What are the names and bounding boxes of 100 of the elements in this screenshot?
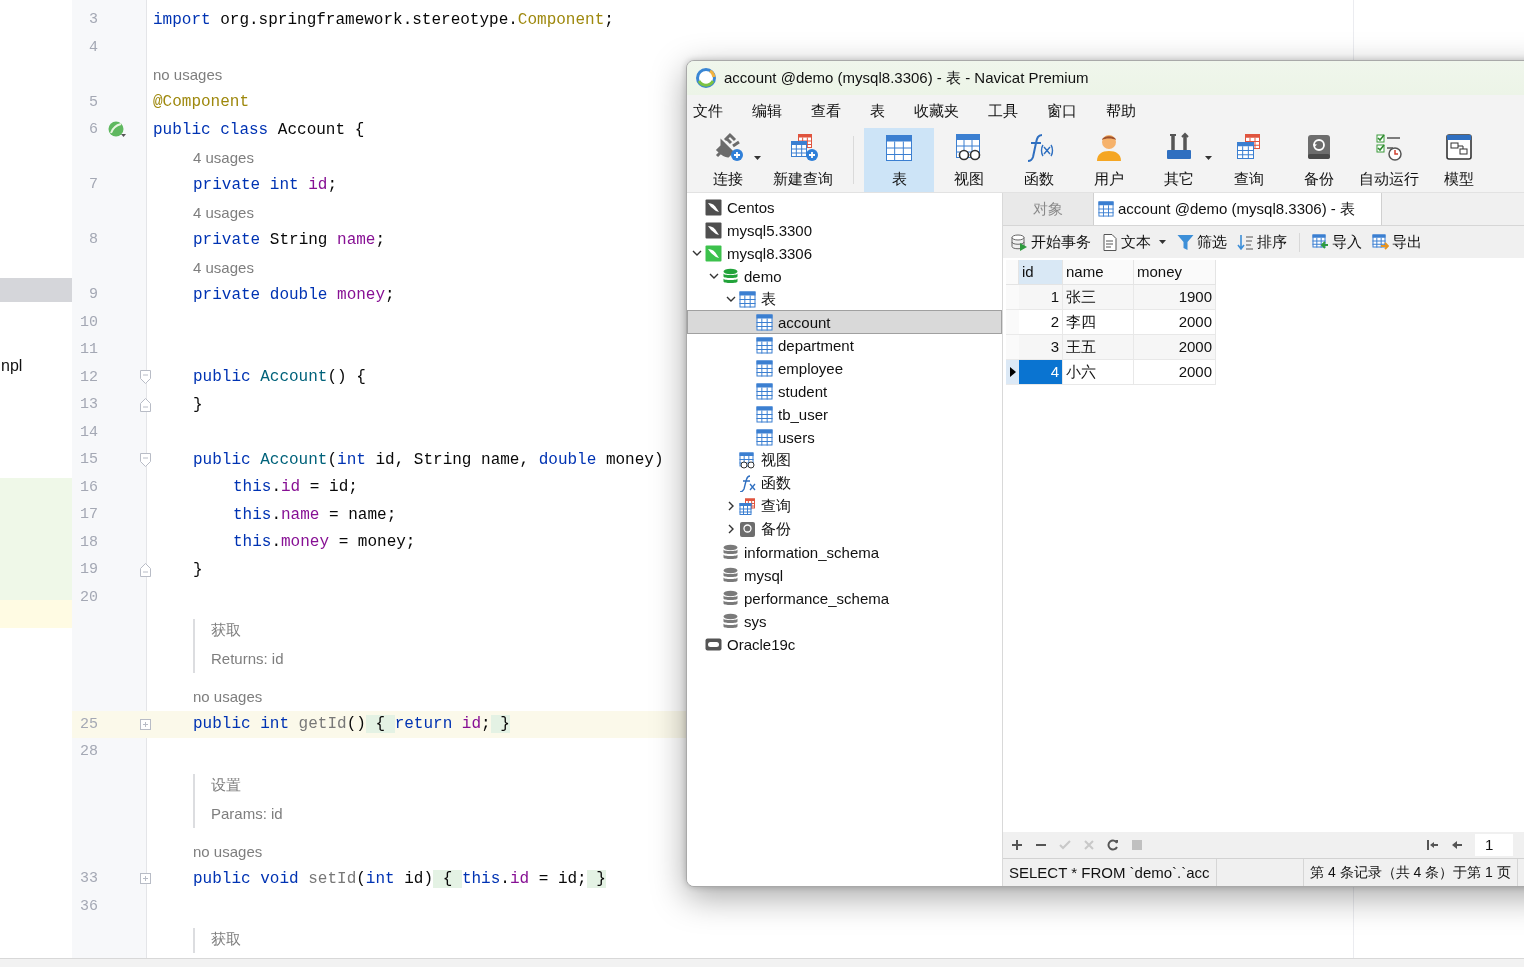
table-cell: 2 (1019, 310, 1063, 335)
table-cell: 张三 (1063, 285, 1134, 310)
toolbar-button[interactable]: 视图 (934, 128, 1004, 192)
toolbar-button[interactable]: 筛选 (1175, 232, 1229, 252)
menu-item[interactable]: 文件 (693, 102, 739, 121)
chevron-icon[interactable] (708, 271, 719, 281)
first-page-icon[interactable] (1427, 839, 1439, 851)
tree-item[interactable]: tb_user (688, 403, 1001, 425)
tree-item[interactable]: 视图 (688, 449, 1001, 471)
filter-icon (1177, 233, 1194, 251)
caret-icon[interactable] (1158, 239, 1167, 245)
user-icon (1094, 132, 1124, 162)
menu-item[interactable]: 收藏夹 (914, 102, 975, 121)
menu-item[interactable]: 编辑 (752, 102, 798, 121)
new-query-icon (788, 132, 818, 162)
tree-item[interactable]: account (688, 311, 1001, 333)
tree-item[interactable]: mysql (688, 564, 1001, 586)
toolbar-button[interactable]: 备份 (1284, 128, 1354, 192)
usage-hint[interactable]: 4 usages (193, 148, 254, 166)
code-line: @Component (153, 93, 249, 112)
tree-item[interactable]: 查询 (688, 495, 1001, 517)
tree-item[interactable]: users (688, 426, 1001, 448)
refresh-icon[interactable] (1107, 839, 1119, 851)
menu-item[interactable]: 表 (870, 102, 901, 121)
line-number: 11 (79, 341, 98, 359)
tree-item[interactable]: information_schema (688, 541, 1001, 563)
line-number: 16 (79, 478, 98, 496)
toolbar-button[interactable]: 导入 (1310, 232, 1364, 252)
tree-item[interactable]: 函数 (688, 472, 1001, 494)
toolbar-button[interactable]: 表 (864, 128, 934, 192)
usage-hint[interactable]: 4 usages (193, 203, 254, 221)
tree-item[interactable]: performance_schema (688, 587, 1001, 609)
tree-item[interactable]: Oracle19c (688, 633, 1001, 655)
toolbar-button[interactable]: 开始事务 (1009, 232, 1093, 252)
line-number: 5 (88, 93, 98, 111)
toolbar-button[interactable]: 查询 (1214, 128, 1284, 192)
usage-hint[interactable]: no usages (193, 842, 263, 860)
toolbar-button[interactable]: 排序 (1235, 232, 1289, 252)
code-line: this.money = money; (233, 533, 416, 552)
previous-page-icon[interactable] (1451, 839, 1463, 851)
tree-item[interactable]: demo (688, 265, 1001, 287)
tree-item[interactable]: student (688, 380, 1001, 402)
export-icon (1372, 233, 1389, 251)
table-icon (756, 405, 773, 423)
column-header[interactable]: id (1019, 260, 1063, 285)
toolbar-button[interactable]: 自动运行 (1354, 128, 1424, 192)
menu-item[interactable]: 窗口 (1047, 102, 1093, 121)
menu-item[interactable]: 工具 (988, 102, 1034, 121)
tab[interactable]: account @demo (mysql8.3306) - 表 (1094, 193, 1382, 225)
table-icon (739, 290, 756, 308)
caret-icon[interactable] (754, 156, 761, 161)
toolbar-button[interactable]: 连接 (693, 128, 763, 192)
caret-icon[interactable] (1205, 156, 1212, 161)
toolbar-button[interactable]: 其它 (1144, 128, 1214, 192)
menu-item[interactable]: 查看 (811, 102, 857, 121)
tree-item[interactable]: mysql8.3306 (688, 242, 1001, 264)
toolbar-button[interactable]: 新建查询 (763, 128, 843, 192)
row-header[interactable] (1006, 360, 1019, 385)
toolbar-button[interactable]: 函数 (1004, 128, 1074, 192)
menu-item[interactable]: 帮助 (1106, 102, 1152, 121)
column-header[interactable]: money (1134, 260, 1216, 285)
page-field[interactable]: 1 (1475, 834, 1513, 856)
tree-item[interactable]: employee (688, 357, 1001, 379)
tree-item[interactable]: 表 (688, 288, 1001, 310)
tree-item[interactable]: mysql5.3300 (688, 219, 1001, 241)
tree-item[interactable]: department (688, 334, 1001, 356)
chevron-icon[interactable] (691, 248, 702, 258)
backup-icon (739, 520, 756, 538)
tree-item[interactable]: 备份 (688, 518, 1001, 540)
chevron-icon[interactable] (725, 294, 736, 304)
tree-item[interactable]: Centos (688, 196, 1001, 218)
toolbar-button[interactable]: 模型 (1424, 128, 1494, 192)
model-icon (1444, 132, 1474, 162)
code-line: private int id; (193, 175, 338, 194)
toolbar-button[interactable]: 导出 (1370, 232, 1424, 252)
code-line: public Account(int id, String name, double money) (193, 450, 664, 469)
sql-status: SELECT * FROM `demo`.`acc (1003, 859, 1217, 886)
bean-icon[interactable] (107, 120, 127, 139)
add-icon[interactable] (1011, 839, 1023, 851)
query-icon (739, 497, 756, 515)
line-number: 3 (88, 11, 98, 29)
check-icon[interactable] (1059, 839, 1071, 851)
table-cell: 4 (1019, 360, 1063, 385)
line-number: 15 (79, 451, 98, 469)
line-number: 19 (79, 561, 98, 579)
column-header[interactable]: name (1063, 260, 1134, 285)
toolbar-button[interactable]: 文本 (1099, 232, 1169, 252)
project-item[interactable]: npl (1, 354, 72, 378)
usage-hint[interactable]: no usages (153, 66, 223, 84)
fold-start-icon[interactable] (139, 370, 151, 385)
line-number: 36 (79, 897, 98, 915)
code-line: public Account() { (193, 368, 366, 387)
table-icon (1098, 201, 1114, 217)
selected-row-highlight (0, 278, 72, 302)
table-icon (756, 336, 773, 354)
usage-hint[interactable]: 4 usages (193, 258, 254, 276)
fold-start-icon[interactable] (139, 452, 151, 467)
usage-hint[interactable]: no usages (193, 688, 263, 706)
toolbar-button[interactable]: 用户 (1074, 128, 1144, 192)
code-line: private double money; (193, 285, 395, 304)
